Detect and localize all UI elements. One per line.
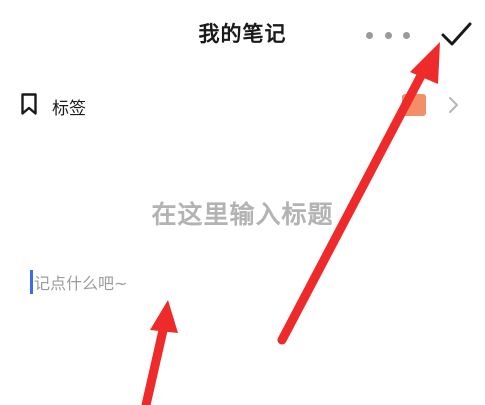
tag-label: 标签 xyxy=(52,99,86,119)
more-options-button[interactable] xyxy=(366,24,410,46)
tag-row[interactable]: 标签 xyxy=(0,80,485,130)
tag-badge xyxy=(402,94,426,116)
bookmark-icon xyxy=(21,93,37,115)
page-title: 我的笔记 xyxy=(198,22,287,46)
body-input[interactable]: 记点什么吧~ xyxy=(30,268,127,296)
chevron-right-icon[interactable] xyxy=(446,94,460,116)
body-placeholder: 记点什么吧~ xyxy=(34,274,128,293)
checkmark-icon xyxy=(441,22,472,46)
text-caret xyxy=(30,270,33,294)
more-horizontal-icon-dot xyxy=(403,31,410,39)
more-horizontal-icon xyxy=(366,31,373,39)
more-horizontal-icon-dot xyxy=(384,31,392,39)
title-input[interactable]: 在这里输入标题 xyxy=(0,195,485,231)
annotation-arrow-to-body xyxy=(141,300,178,405)
top-bar: 我的笔记 xyxy=(0,0,485,70)
save-button[interactable] xyxy=(438,18,474,50)
